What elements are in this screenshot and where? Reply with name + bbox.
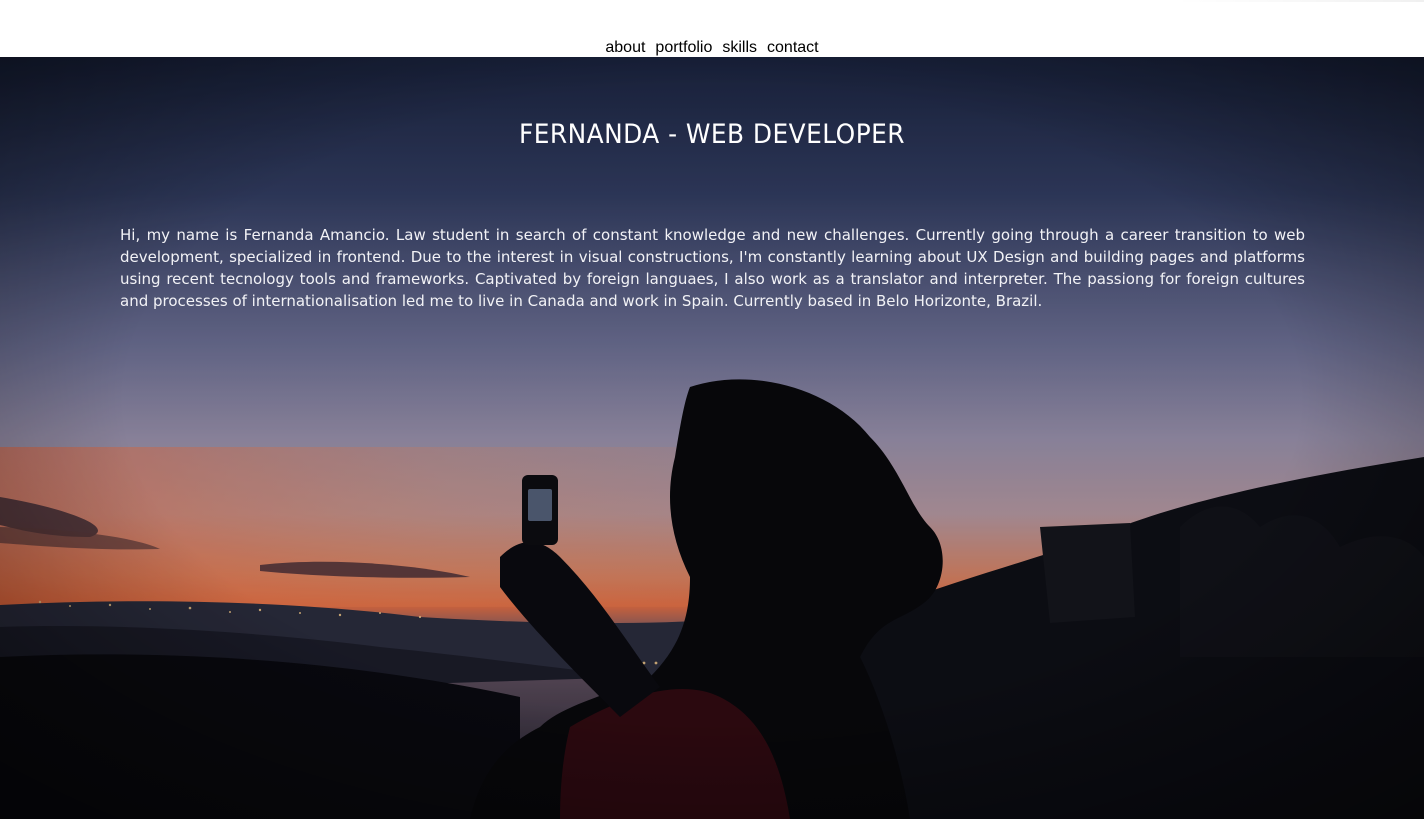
main-nav: about portfolio skills contact (0, 38, 1424, 58)
nav-link-portfolio[interactable]: portfolio (655, 38, 712, 58)
nav-link-about[interactable]: about (605, 38, 645, 58)
navbar-edge-shadow (1174, 0, 1424, 2)
top-navbar: about portfolio skills contact (0, 0, 1424, 57)
hero-bio-text: Hi, my name is Fernanda Amancio. Law stu… (120, 226, 1305, 310)
hero-section: FERNANDA - WEB DEVELOPER Hi, my name is … (0, 57, 1424, 819)
nav-link-contact[interactable]: contact (767, 38, 819, 58)
hero-title: FERNANDA - WEB DEVELOPER (518, 119, 906, 150)
nav-link-skills[interactable]: skills (722, 38, 757, 58)
hero-background-image (0, 57, 1424, 819)
